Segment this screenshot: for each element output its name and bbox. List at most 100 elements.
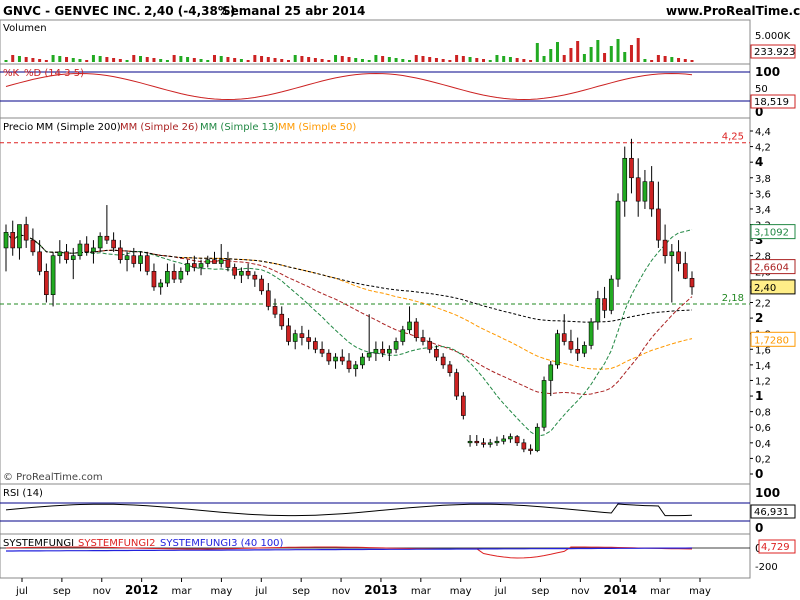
volume-bar [360,59,364,62]
volume-bar [340,56,344,62]
candle [239,271,244,276]
candle [514,436,520,444]
candle [447,364,453,373]
volume-bar [414,55,418,62]
x-tick-label: nov [332,586,350,597]
value-tag-label: 2,6604 [754,263,789,274]
x-tick-label: may [211,586,233,597]
stoch-k-label: %K [3,68,20,79]
candle [602,298,607,311]
candle [245,271,251,276]
candle [10,232,16,249]
candle [165,271,170,284]
x-tick-label: may [689,586,711,597]
volume-bar [650,60,654,62]
candle [682,263,688,279]
volume-bar [354,58,358,62]
candle [508,436,513,440]
candle [380,348,385,354]
candle [292,333,298,342]
volume-bar [239,59,243,62]
candle [407,321,412,331]
volume-bar [555,42,559,62]
candle [333,356,338,362]
volume-bar [468,57,472,62]
panel-price [0,117,751,485]
candle [387,348,392,354]
candle [144,255,150,272]
reference-label: 2,18 [722,293,744,304]
candle [44,271,49,296]
volume-last-value: 233.923 [754,47,795,58]
price-legend-item: MM (Simple 26) [120,122,198,133]
volume-bar [589,47,593,62]
volume-bar [448,60,452,62]
candle [97,235,103,249]
volume-bar [529,60,533,62]
candle [467,440,473,444]
candle [534,426,540,451]
candle [622,157,628,202]
volume-bar [327,60,331,62]
stoch-last-value: 18,519 [754,97,789,108]
volume-bar [145,57,149,62]
volume-bar [643,59,647,62]
candle [37,251,42,272]
volume-bar [266,57,270,62]
x-tick-label: sep [532,586,550,597]
candle [494,440,500,444]
volume-bar [683,59,687,62]
volume-bar [17,56,21,62]
volume-bar [677,58,681,62]
volume-bar [408,60,412,62]
candle [427,341,433,350]
fungi-legend-3: SYSTEMFUNGI3 (40 100) [160,538,284,549]
fungi-legend-1: SYSTEMFUNGI [3,538,74,549]
price-tick-label: 1 [755,389,763,403]
volume-bar [280,59,284,62]
x-tick-label: jul [254,586,267,597]
candle [662,239,668,257]
volume-bar [488,60,492,62]
price-tick-label: 4,4 [755,127,771,138]
candle [440,356,446,366]
volume-bar [91,55,95,62]
volume-bar [273,58,277,62]
price-tick-label: 1,6 [755,345,771,356]
candle [205,259,211,264]
candle [151,271,157,288]
candle [555,333,560,366]
candle [265,290,271,307]
volume-bar [636,38,640,62]
volume-bar [206,60,210,62]
price-tick-label: 0,4 [755,439,771,450]
volume-bar [219,56,223,62]
candle [111,239,116,249]
volume-bar [434,58,438,62]
candle [481,442,486,445]
price-tick-label: 0,2 [755,454,771,465]
volume-bar [508,57,512,62]
volume-bar [334,55,338,62]
rsi-title: RSI (14) [3,488,43,499]
stoch-d-label: %D (14 3 5) [24,68,84,79]
volume-bar [112,58,116,62]
candle [17,224,22,249]
volume-bar [475,58,479,62]
volume-bar [118,59,122,62]
candle [353,364,359,370]
volume-bar [569,48,573,62]
volume-bar [253,55,257,62]
volume-bar [212,55,216,62]
candle [360,356,365,366]
candle [454,372,459,397]
candle [669,251,675,257]
candle [279,313,285,327]
volume-bar [226,57,230,62]
volume-bar [179,56,183,62]
x-tick-label: sep [53,586,71,597]
volume-bar [300,56,304,62]
volume-bar [132,55,136,62]
candle [23,224,29,241]
volume-bar [690,60,694,62]
